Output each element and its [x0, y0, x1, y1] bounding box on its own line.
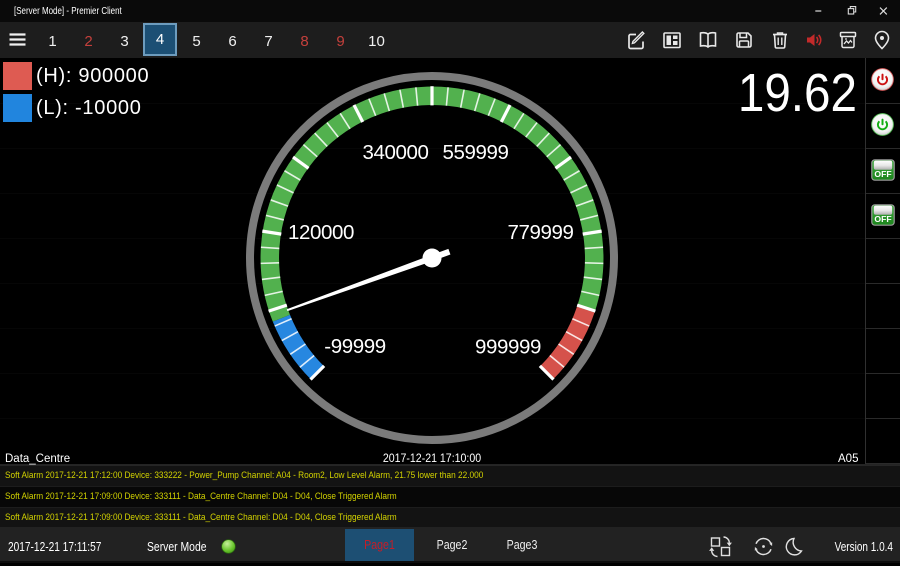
- svg-text:999999: 999999: [475, 336, 541, 359]
- svg-text:OFF: OFF: [874, 169, 891, 179]
- svg-text:340000: 340000: [362, 141, 428, 164]
- svg-text:559999: 559999: [442, 141, 508, 164]
- svg-text:779999: 779999: [507, 221, 573, 244]
- svg-text:-99999: -99999: [324, 335, 385, 358]
- svg-text:OFF: OFF: [874, 214, 891, 224]
- svg-text:120000: 120000: [288, 221, 354, 244]
